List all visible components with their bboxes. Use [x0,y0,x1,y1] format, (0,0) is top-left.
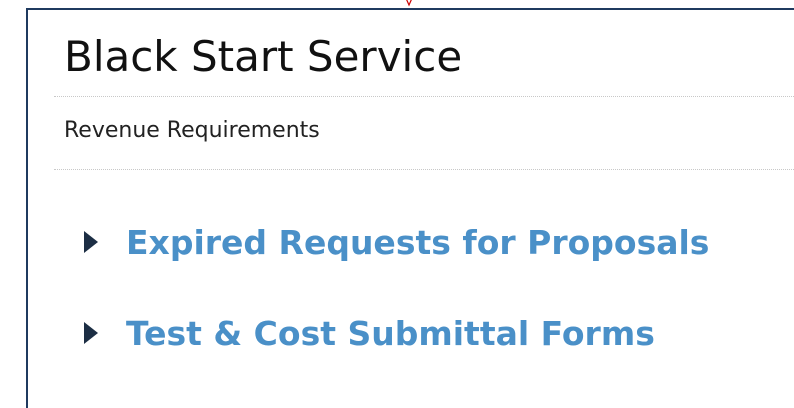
link-expired-rfps[interactable]: Expired Requests for Proposals [84,222,709,262]
caret-right-icon [84,231,98,253]
link-test-cost-forms[interactable]: Test & Cost Submittal Forms [84,313,655,353]
red-arrow-marker-icon [406,0,412,7]
caret-right-icon [84,322,98,344]
link-expired-rfps-label[interactable]: Expired Requests for Proposals [126,223,709,262]
page-title: Black Start Service [64,32,463,81]
title-divider [54,96,794,97]
link-test-cost-forms-label[interactable]: Test & Cost Submittal Forms [126,314,655,353]
page-subtitle: Revenue Requirements [64,118,320,143]
subtitle-divider [54,169,794,170]
